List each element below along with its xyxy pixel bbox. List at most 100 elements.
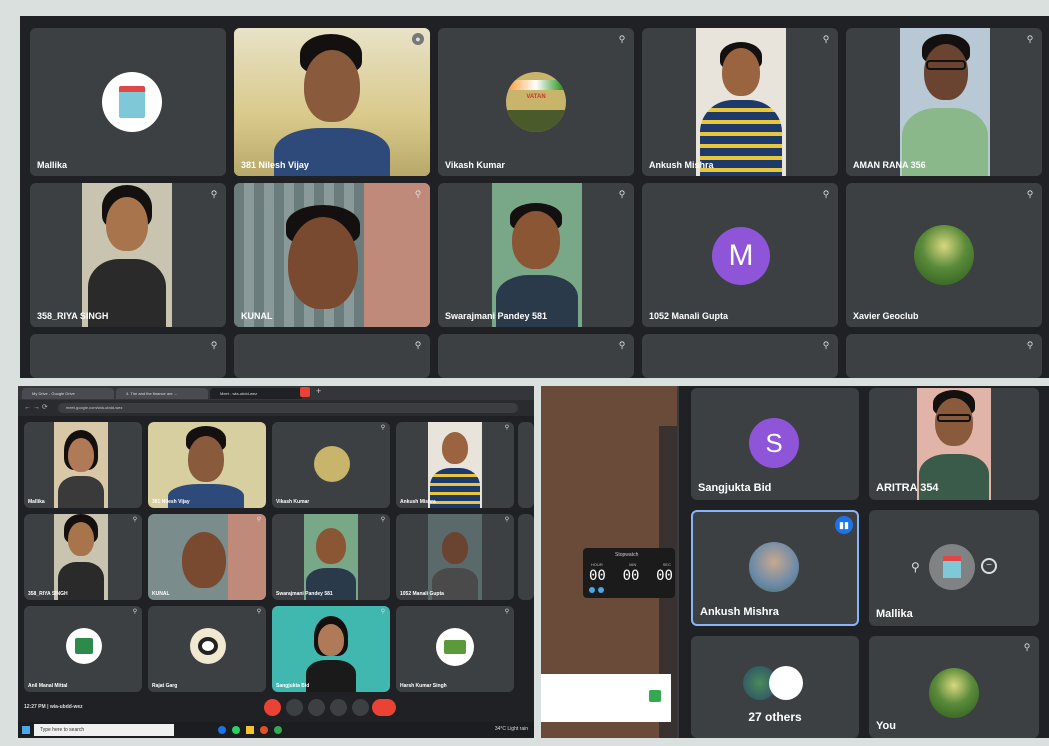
participant-tile-others[interactable]: 27 others xyxy=(691,636,859,738)
camera-button[interactable] xyxy=(286,699,303,716)
avatar xyxy=(436,628,474,666)
participant-tile[interactable]: Mallika xyxy=(24,422,142,508)
url-input[interactable]: meet.google.com/wia-ubdd-wez xyxy=(58,403,518,413)
participant-name: Sangjukta Bid xyxy=(276,683,310,689)
participant-tile-self[interactable]: ⚲ You xyxy=(869,636,1039,738)
mic-off-icon: ⚲ xyxy=(132,517,138,523)
participant-tile[interactable]: ⚲ Sangjukta Bid xyxy=(272,606,390,692)
taskbar-search[interactable]: Type here to search xyxy=(34,724,174,736)
participant-tile[interactable]: S Sangjukta Bid xyxy=(691,388,859,500)
taskbar-app-icon[interactable] xyxy=(232,726,240,734)
participant-tile[interactable]: ⚲ 358_RIYA SINGH xyxy=(30,183,226,327)
participant-name: You xyxy=(876,720,896,732)
mic-off-icon: ⚲ xyxy=(210,340,218,350)
participant-tile[interactable]: ⚲ KUNAL xyxy=(234,183,430,327)
participant-tile[interactable]: ⚲ Ankush Mishra xyxy=(396,422,514,508)
avatar xyxy=(929,544,975,590)
participant-tile[interactable]: ⚲ xyxy=(30,334,226,378)
nav-arrows-icon[interactable]: ← → ⟳ xyxy=(24,403,48,411)
participant-tile[interactable]: ⚲ KUNAL xyxy=(148,514,266,600)
mic-off-icon: ⚲ xyxy=(132,609,138,615)
avatar xyxy=(914,225,974,285)
end-call-button[interactable] xyxy=(372,699,396,716)
address-bar-row: ← → ⟳ meet.google.com/wia-ubdd-wez xyxy=(18,400,534,416)
mic-off-icon: ⚲ xyxy=(1026,340,1034,350)
taskbar-app-icon[interactable] xyxy=(246,726,254,734)
stopwatch-sec: 00 xyxy=(656,568,673,584)
stopwatch-widget[interactable]: Stopwatch HOUR MIN SEC 00 00 00 xyxy=(583,548,675,598)
mic-off-icon: ⚲ xyxy=(504,425,510,431)
participant-tile[interactable]: ● 381 Nilesh Vijay xyxy=(234,28,430,176)
meet-sidebar-view: Stopwatch HOUR MIN SEC 00 00 00 S Sangju… xyxy=(541,386,1049,738)
participant-name: Mallika xyxy=(28,499,45,505)
mic-off-icon: ⚲ xyxy=(380,517,386,523)
participant-tile[interactable]: ⚲ − Mallika xyxy=(869,510,1039,626)
browser-tab[interactable]: My Drive - Google Drive xyxy=(22,388,114,399)
taskbar-app-icon[interactable] xyxy=(274,726,282,734)
stopwatch-label-hour: HOUR xyxy=(591,562,603,567)
stopwatch-hour: 00 xyxy=(589,568,606,584)
pin-icon[interactable]: ⚲ xyxy=(911,560,920,574)
mic-button[interactable] xyxy=(264,699,281,716)
participant-tile[interactable]: ⚲ Anil Manal Mittal xyxy=(24,606,142,692)
participant-tile-speaking[interactable]: ▮▮ Ankush Mishra xyxy=(691,510,859,626)
mic-off-icon: ⚲ xyxy=(414,340,422,350)
participant-tile[interactable]: ARITRA 354 xyxy=(869,388,1039,500)
participant-tile[interactable]: ⚲ Xavier Geoclub xyxy=(846,183,1042,327)
mic-off-icon: ⚲ xyxy=(256,609,262,615)
mic-off-icon: ⚲ xyxy=(504,609,510,615)
mic-off-icon: ⚲ xyxy=(256,517,262,523)
participant-tile[interactable] xyxy=(518,514,534,600)
participant-tile[interactable]: ⚲ Ankush Mishra xyxy=(642,28,838,176)
participant-tile[interactable]: ⚲ Vikash Kumar xyxy=(272,422,390,508)
participant-name: Sangjukta Bid xyxy=(698,482,772,494)
taskbar-app-icon[interactable] xyxy=(260,726,268,734)
participant-tile[interactable]: ⚲ xyxy=(846,334,1042,378)
recording-icon xyxy=(300,387,310,397)
participant-tile[interactable]: ⚲ Swarajmani Pandey 581 xyxy=(438,183,634,327)
stopwatch-label-min: MIN xyxy=(629,562,637,567)
participant-name: Ankush Mishra xyxy=(700,606,779,618)
participant-tile[interactable]: ⚲ Swarajmani Pandey 581 xyxy=(272,514,390,600)
avatar: S xyxy=(749,418,799,468)
others-count: 27 others xyxy=(748,710,802,724)
browser-tab-active[interactable]: Meet - wia-ubdd-wez xyxy=(210,388,302,399)
participant-tile[interactable]: Mallika xyxy=(30,28,226,176)
avatar xyxy=(314,446,350,482)
avatar xyxy=(749,542,799,592)
stopwatch-start-button[interactable] xyxy=(589,587,595,593)
mic-off-icon: ⚲ xyxy=(1026,34,1034,44)
taskbar-app-icon[interactable] xyxy=(218,726,226,734)
new-tab-icon[interactable]: + xyxy=(316,386,321,396)
remove-icon[interactable]: − xyxy=(981,558,997,574)
participant-tile[interactable]: ⚲ Harsh Kumar Singh xyxy=(396,606,514,692)
meeting-controls-bar: 12:27 PM | wia-ubdd-wez xyxy=(18,696,534,720)
participant-name: Anil Manal Mittal xyxy=(28,683,68,689)
avatar xyxy=(929,668,979,718)
stopwatch-reset-button[interactable] xyxy=(598,587,604,593)
participant-tile[interactable]: ⚲ 1052 Manali Gupta xyxy=(396,514,514,600)
windows-start-icon[interactable] xyxy=(22,726,30,734)
participant-tile[interactable]: VATAN ⚲ Vikash Kumar xyxy=(438,28,634,176)
participant-tile[interactable]: ⚲ xyxy=(642,334,838,378)
participant-tile[interactable] xyxy=(518,422,534,508)
meet-grid-large: Mallika ● 381 Nilesh Vijay VATAN ⚲ Vikas… xyxy=(20,16,1049,378)
mic-off-icon: ⚲ xyxy=(414,189,422,199)
more-options-button[interactable] xyxy=(352,699,369,716)
participant-tile[interactable]: M ⚲ 1052 Manali Gupta xyxy=(642,183,838,327)
participant-tile[interactable]: ⚲ Rajat Garg xyxy=(148,606,266,692)
browser-tab[interactable]: 4. The and the finance are ... xyxy=(116,388,208,399)
window-snippet xyxy=(541,674,671,722)
participant-name: Harsh Kumar Singh xyxy=(400,683,447,689)
present-button[interactable] xyxy=(330,699,347,716)
stopwatch-title: Stopwatch xyxy=(615,552,639,558)
participant-tile[interactable]: ⚲ AMAN RANA 356 xyxy=(846,28,1042,176)
participant-tile[interactable]: ⚲ 358_RIYA SINGH xyxy=(24,514,142,600)
participant-tile[interactable]: ⚲ xyxy=(438,334,634,378)
participant-tile[interactable]: ⚲ xyxy=(234,334,430,378)
mic-off-icon: ⚲ xyxy=(618,34,626,44)
participant-tile[interactable]: 381 Nilesh Vijay xyxy=(148,422,266,508)
windows-taskbar: Type here to search 34°C Light rain xyxy=(18,722,534,738)
captions-button[interactable] xyxy=(308,699,325,716)
meeting-time: 12:27 PM | wia-ubdd-wez xyxy=(24,704,83,710)
